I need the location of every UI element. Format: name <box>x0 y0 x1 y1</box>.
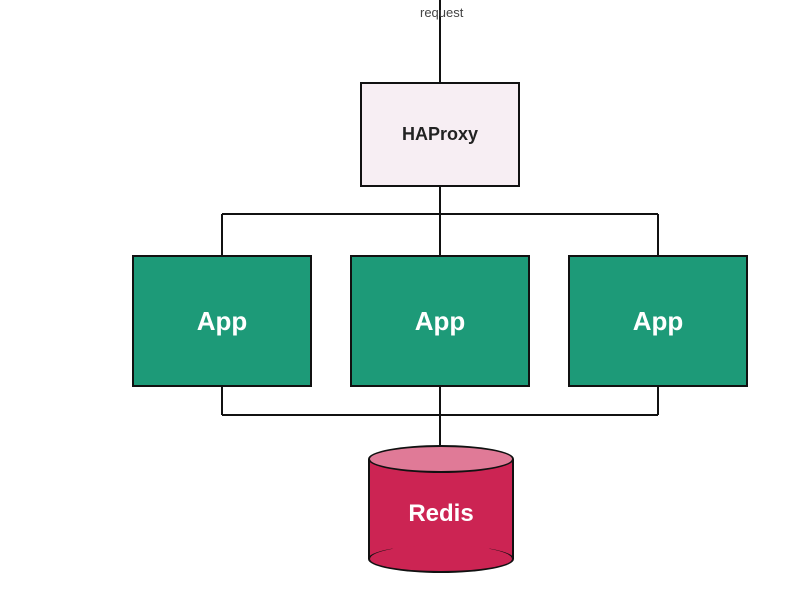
redis-label: Redis <box>368 500 514 528</box>
haproxy-node: HAProxy <box>360 82 520 187</box>
haproxy-label: HAProxy <box>402 124 478 145</box>
app-node-3: App <box>568 255 748 387</box>
redis-cylinder-bottom <box>368 545 514 573</box>
redis-cylinder-top <box>368 445 514 473</box>
app-node-2: App <box>350 255 530 387</box>
request-label: request <box>420 5 463 20</box>
app-label: App <box>197 306 248 337</box>
app-label: App <box>415 306 466 337</box>
app-label: App <box>633 306 684 337</box>
redis-node: Redis <box>368 445 514 560</box>
app-node-1: App <box>132 255 312 387</box>
